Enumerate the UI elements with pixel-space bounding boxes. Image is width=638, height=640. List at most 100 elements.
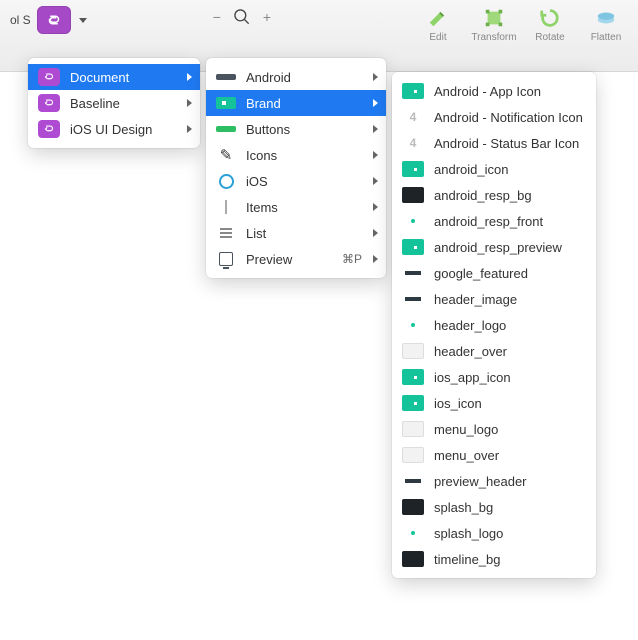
search-icon[interactable] [231, 6, 253, 28]
swatch-green-icon [216, 121, 236, 137]
zoom-in[interactable]: + [263, 9, 271, 25]
artboard-menu-item[interactable]: 4 Android - Status Bar Icon [392, 130, 596, 156]
submenu-arrow-icon [373, 203, 378, 211]
artboard-menu-item[interactable]: header_image [392, 286, 596, 312]
category-menu-item[interactable]: Buttons [206, 116, 386, 142]
category-menu-item[interactable]: Brand [206, 90, 386, 116]
zoom-out[interactable]: − [213, 9, 221, 25]
artboard-menu-item[interactable]: preview_header [392, 468, 596, 494]
artboard-menu-item[interactable]: ios_icon [392, 390, 596, 416]
menu-item-label: List [246, 226, 376, 241]
category-menu-item[interactable]: Preview ⌘P [206, 246, 386, 272]
menu-item-label: iOS UI Design [70, 122, 190, 137]
submenu-arrow-icon [373, 177, 378, 185]
artboard-menu-item[interactable]: menu_over [392, 442, 596, 468]
menu-item-label: Items [246, 200, 376, 215]
artboard-menu-item[interactable]: android_icon [392, 156, 596, 182]
artboard-menu: Android - App Icon 4 Android - Notificat… [392, 72, 596, 578]
menu-item-label: header_logo [434, 318, 586, 333]
menu-item-label: Android - App Icon [434, 84, 586, 99]
artboard-menu-item[interactable]: header_logo [392, 312, 596, 338]
menu-item-label: header_over [434, 344, 586, 359]
device-ic-icon [216, 251, 236, 267]
menu-item-label: Buttons [246, 122, 376, 137]
menu-item-label: android_resp_bg [434, 188, 586, 203]
artboard-menu-item[interactable]: splash_bg [392, 494, 596, 520]
flatten-tool[interactable]: Flatten [586, 6, 626, 43]
document-icon [38, 94, 60, 112]
menu-item-label: Android [246, 70, 376, 85]
submenu-arrow-icon [187, 73, 192, 81]
circle-o-icon [216, 173, 236, 189]
document-menu-item[interactable]: Document [28, 64, 200, 90]
document-menu-item[interactable]: Baseline [28, 90, 200, 116]
category-menu-item[interactable]: iOS [206, 168, 386, 194]
document-icon [38, 120, 60, 138]
swatch-teal-icon [216, 95, 236, 111]
artboard-menu-item[interactable]: timeline_bg [392, 546, 596, 572]
artboard-menu-item[interactable]: android_resp_front [392, 208, 596, 234]
rotate-tool[interactable]: Rotate [530, 6, 570, 43]
transform-icon [482, 6, 506, 30]
menu-item-label: menu_logo [434, 422, 586, 437]
tool-dropdown-caret[interactable] [79, 18, 87, 23]
artboard-thumb-icon [402, 343, 424, 359]
category-menu-item[interactable]: List [206, 220, 386, 246]
artboard-menu-item[interactable]: Android - App Icon [392, 78, 596, 104]
artboard-thumb-icon [402, 83, 424, 99]
submenu-arrow-icon [373, 73, 378, 81]
menu-item-label: menu_over [434, 448, 586, 463]
menu-item-label: Document [70, 70, 190, 85]
artboard-thumb-icon: 4 [402, 109, 424, 125]
submenu-arrow-icon [373, 151, 378, 159]
artboard-thumb-icon [402, 525, 424, 541]
menu-item-label: preview_header [434, 474, 586, 489]
artboard-thumb-icon [402, 395, 424, 411]
artboard-thumb-icon [402, 239, 424, 255]
menu-item-label: splash_bg [434, 500, 586, 515]
artboard-thumb-icon [402, 421, 424, 437]
artboard-menu-item[interactable]: header_over [392, 338, 596, 364]
menu-item-label: Brand [246, 96, 376, 111]
artboard-menu-item[interactable]: 4 Android - Notification Icon [392, 104, 596, 130]
artboard-thumb-icon [402, 473, 424, 489]
submenu-arrow-icon [373, 229, 378, 237]
artboard-menu-item[interactable]: android_resp_preview [392, 234, 596, 260]
active-tool-tile[interactable] [37, 6, 71, 34]
menu-item-label: Baseline [70, 96, 190, 111]
toolbar-leading-text: ol S [10, 13, 31, 27]
document-menu-item[interactable]: iOS UI Design [28, 116, 200, 142]
artboard-menu-item[interactable]: splash_logo [392, 520, 596, 546]
artboard-menu-item[interactable]: google_featured [392, 260, 596, 286]
artboard-menu-item[interactable]: ios_app_icon [392, 364, 596, 390]
submenu-arrow-icon [187, 125, 192, 133]
artboard-thumb-icon [402, 369, 424, 385]
rotate-label: Rotate [535, 32, 564, 43]
submenu-arrow-icon [187, 99, 192, 107]
line-v-icon [216, 199, 236, 215]
edit-tool[interactable]: Edit [418, 6, 458, 43]
edit-icon [426, 6, 450, 30]
menu-item-label: Android - Status Bar Icon [434, 136, 586, 151]
document-menu: Document Baseline iOS UI Design [28, 58, 200, 148]
artboard-thumb-icon [402, 499, 424, 515]
artboard-menu-item[interactable]: android_resp_bg [392, 182, 596, 208]
category-menu-item[interactable]: ✎ Icons [206, 142, 386, 168]
list-ic-icon [216, 225, 236, 241]
swatch-line-icon [216, 69, 236, 85]
artboard-thumb-icon [402, 317, 424, 333]
artboard-menu-item[interactable]: menu_logo [392, 416, 596, 442]
category-menu-item[interactable]: Android [206, 64, 386, 90]
submenu-arrow-icon [373, 125, 378, 133]
transform-tool[interactable]: Transform [474, 6, 514, 43]
edit-label: Edit [429, 32, 446, 43]
rotate-icon [538, 6, 562, 30]
shortcut: ⌘P [342, 252, 362, 266]
artboard-thumb-icon [402, 187, 424, 203]
transform-label: Transform [471, 32, 516, 43]
menu-item-label: android_resp_front [434, 214, 586, 229]
zoom-control: − + [213, 6, 271, 28]
menu-item-label: Android - Notification Icon [434, 110, 586, 125]
artboard-thumb-icon [402, 213, 424, 229]
category-menu-item[interactable]: Items [206, 194, 386, 220]
